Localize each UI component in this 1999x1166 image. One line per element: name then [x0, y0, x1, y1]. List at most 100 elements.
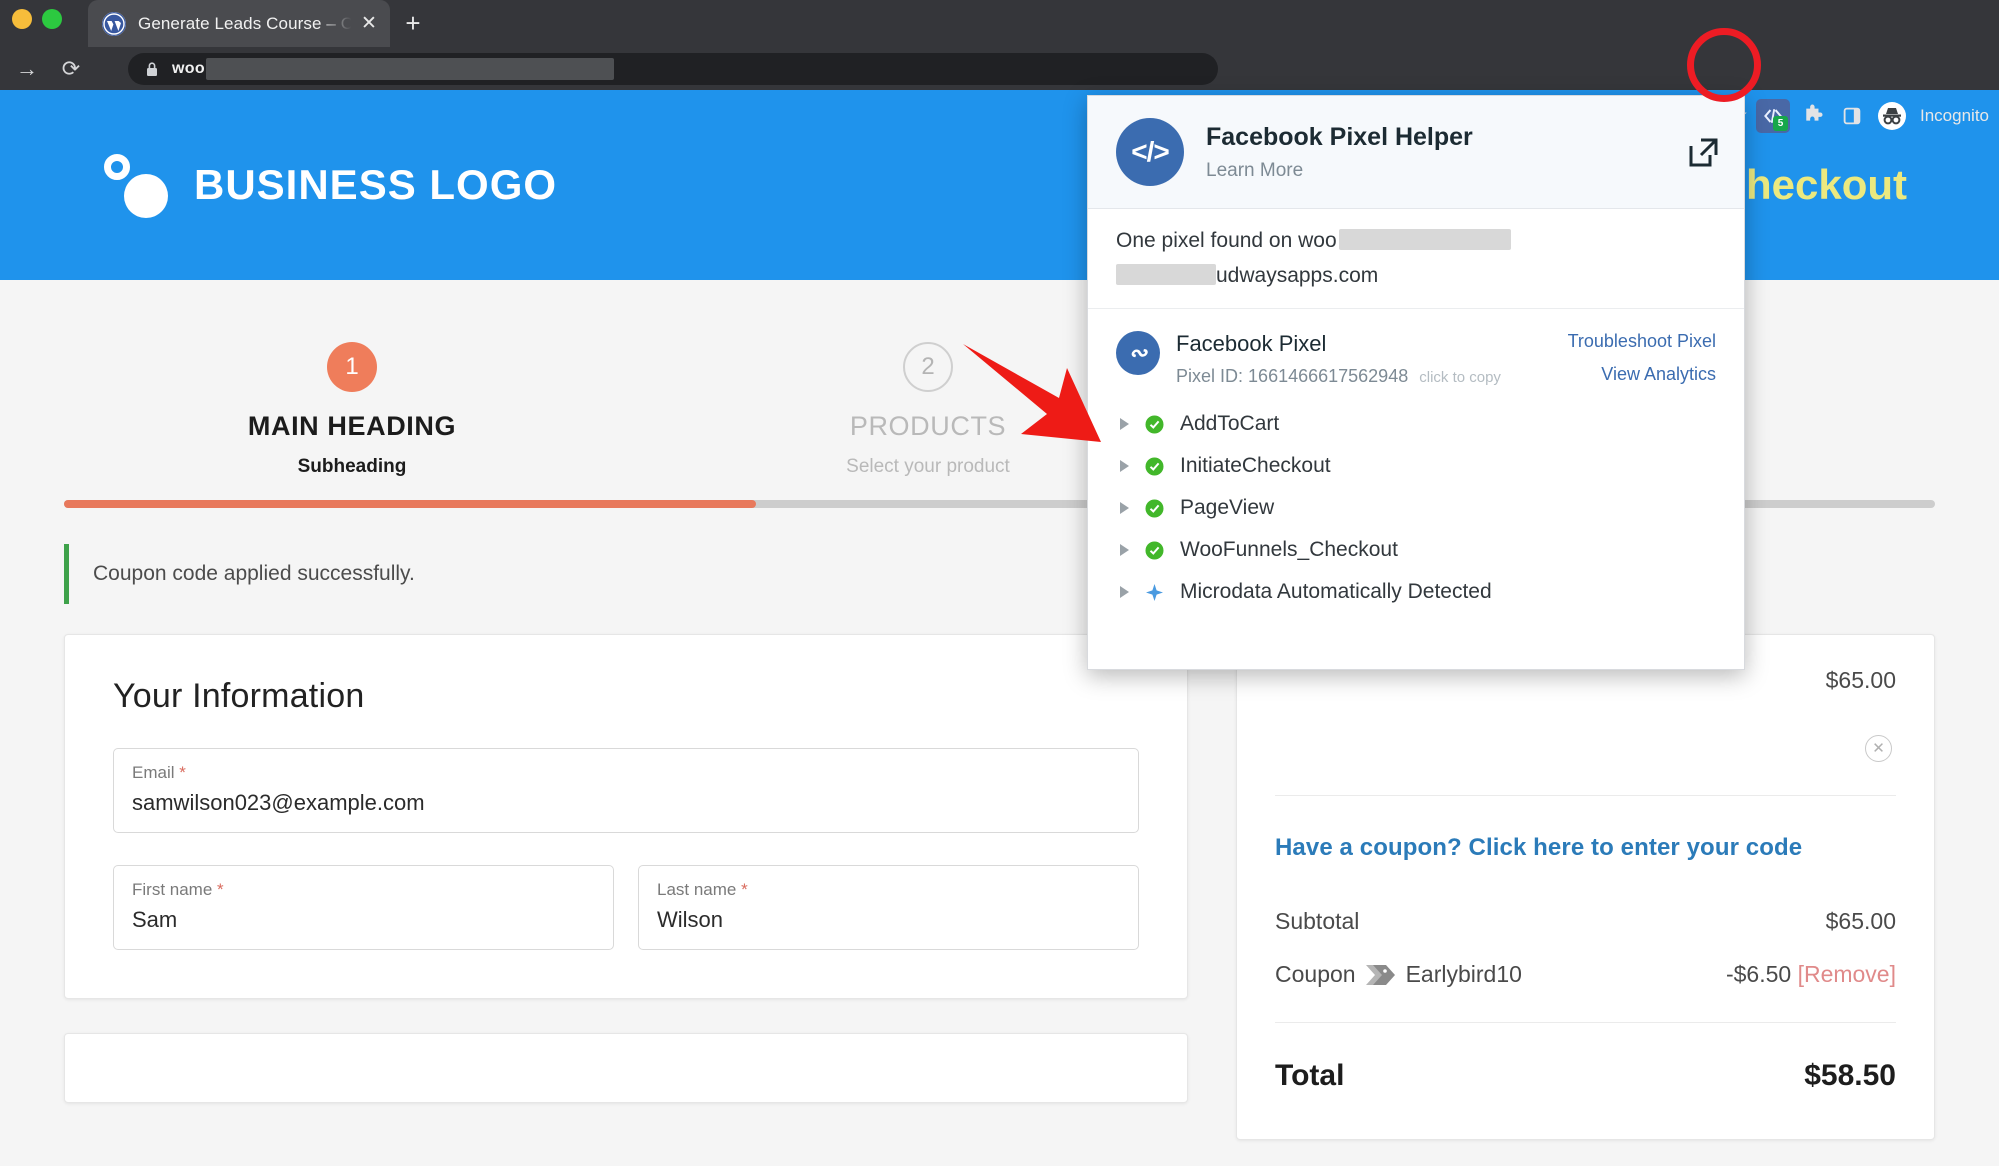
facebook-pixel-helper-popup: </> Facebook Pixel Helper Learn More One… — [1087, 95, 1745, 670]
pixel-summary: ∾ Facebook Pixel Pixel ID: 1661466617562… — [1116, 331, 1716, 387]
expand-caret-icon[interactable] — [1120, 418, 1129, 430]
extensions-puzzle-icon[interactable] — [1794, 98, 1830, 134]
side-panel-icon[interactable] — [1834, 98, 1870, 134]
event-row[interactable]: AddToCart — [1116, 403, 1716, 445]
event-label: Microdata Automatically Detected — [1180, 580, 1492, 603]
order-summary-card: $65.00 ✕ Have a coupon? Click here to en… — [1236, 634, 1935, 1140]
red-arrow-annotation — [955, 330, 1115, 460]
coupon-success-text: Coupon code applied successfully. — [93, 562, 415, 585]
extension-badge-count: 5 — [1773, 115, 1788, 131]
step-1-badge: 1 — [327, 342, 377, 392]
window-minimize-button[interactable] — [12, 9, 32, 29]
browser-tab-strip: Generate Leads Course – Chec ✕ + — [0, 0, 1999, 47]
reload-icon[interactable]: ⟳ — [54, 52, 88, 86]
expand-caret-icon[interactable] — [1120, 460, 1129, 472]
wordpress-icon — [102, 11, 126, 36]
pixel-helper-title: Facebook Pixel Helper — [1206, 122, 1473, 151]
expand-caret-icon[interactable] — [1120, 502, 1129, 514]
meta-pixel-icon: ∾ — [1116, 331, 1160, 375]
view-analytics-link[interactable]: View Analytics — [1568, 364, 1716, 385]
pixel-found-message: One pixel found on woo udwaysapps.com — [1088, 209, 1744, 309]
event-row[interactable]: WooFunnels_Checkout — [1116, 529, 1716, 571]
remove-item-button[interactable]: ✕ — [1865, 735, 1892, 762]
pixel-id-label: Pixel ID: — [1176, 366, 1244, 386]
total-label: Total — [1275, 1059, 1345, 1092]
pixel-found-domain: udwaysapps.com — [1216, 264, 1379, 287]
incognito-label: Incognito — [1920, 105, 1989, 125]
pixel-found-text: One pixel found on woo — [1116, 229, 1337, 252]
event-label: AddToCart — [1180, 412, 1280, 435]
event-label: WooFunnels_Checkout — [1180, 538, 1398, 561]
close-icon[interactable]: ✕ — [358, 13, 380, 35]
address-bar[interactable]: woo — [128, 53, 1218, 85]
step-2-badge: 2 — [903, 342, 953, 392]
pixel-links: Troubleshoot Pixel View Analytics — [1568, 331, 1716, 385]
copy-hint: click to copy — [1419, 369, 1501, 386]
first-name-field-value: Sam — [132, 907, 178, 932]
pixel-name: Facebook Pixel — [1176, 331, 1327, 356]
status-ok-icon — [1145, 541, 1164, 560]
redacted-domain-part-2 — [1116, 264, 1216, 285]
last-name-field[interactable]: Last name * Wilson — [638, 865, 1139, 950]
pixel-helper-logo-icon: </> — [1116, 118, 1184, 186]
pixel-helper-header: </> Facebook Pixel Helper Learn More — [1088, 96, 1744, 209]
last-name-field-value: Wilson — [657, 907, 724, 932]
coupon-code: Earlybird10 — [1405, 961, 1522, 987]
coupon-remove-link[interactable]: [Remove] — [1798, 961, 1896, 987]
required-marker: * — [217, 880, 224, 899]
browser-tab[interactable]: Generate Leads Course – Chec ✕ — [88, 0, 390, 47]
external-link-icon[interactable] — [1686, 135, 1720, 169]
status-ok-icon — [1145, 457, 1164, 476]
checkout-form-column: Your Information Email * samwilson023@ex… — [64, 634, 1188, 1103]
step-1[interactable]: 1 MAIN HEADING Subheading — [64, 342, 640, 478]
required-marker: * — [741, 880, 748, 899]
coupon-amount: -$6.50 — [1725, 961, 1792, 987]
first-name-field-label: First name * — [132, 880, 224, 899]
last-name-field-label: Last name * — [657, 880, 748, 899]
subtotal-label: Subtotal — [1275, 908, 1360, 934]
checkout-columns: Your Information Email * samwilson023@ex… — [64, 634, 1935, 1140]
tag-icon — [1365, 964, 1396, 986]
status-ok-icon — [1145, 415, 1164, 434]
new-tab-button[interactable]: + — [398, 9, 428, 39]
expand-caret-icon[interactable] — [1120, 586, 1129, 598]
coupon-toggle-link[interactable]: Have a coupon? Click here to enter your … — [1275, 834, 1896, 862]
email-field[interactable]: Email * samwilson023@example.com — [113, 748, 1139, 833]
expand-caret-icon[interactable] — [1120, 544, 1129, 556]
status-info-icon — [1145, 583, 1164, 602]
browser-toolbar: → ⟳ woo 5 Incognito — [0, 47, 1999, 133]
order-item-price: $65.00 — [1825, 667, 1896, 693]
event-row[interactable]: InitiateCheckout — [1116, 445, 1716, 487]
progress-bar-fill — [64, 500, 757, 508]
logo-mark-icon — [100, 152, 172, 218]
first-name-field[interactable]: First name * Sam — [113, 865, 614, 950]
coupon-row-left: Coupon Earlybird10 — [1275, 961, 1522, 988]
step-1-title: MAIN HEADING — [247, 411, 457, 441]
pixel-event-list: AddToCart InitiateCheckout PageView WooF… — [1116, 403, 1716, 613]
coupon-row: Coupon Earlybird10 -$6.50 [Remove] — [1275, 961, 1896, 988]
form-title: Your Information — [113, 677, 365, 715]
name-field-row: First name * Sam Last name * Wilson — [113, 833, 1139, 950]
email-field-label: Email * — [132, 763, 186, 782]
incognito-avatar-icon[interactable] — [1874, 98, 1910, 134]
total-value: $58.50 — [1804, 1059, 1896, 1092]
site-logo[interactable]: BUSINESS LOGO — [100, 152, 557, 218]
troubleshoot-pixel-link[interactable]: Troubleshoot Pixel — [1568, 331, 1716, 352]
pixel-id-value: 1661466617562948 — [1248, 366, 1409, 386]
summary-divider — [1275, 795, 1896, 796]
learn-more-link[interactable]: Learn More — [1206, 160, 1686, 182]
screenshot-root: BUSINESS LOGO Checkout 1 MAIN HEADING Su… — [0, 0, 1999, 1166]
subtotal-value: $65.00 — [1825, 908, 1896, 934]
coupon-label: Coupon — [1275, 961, 1356, 987]
window-controls — [12, 9, 62, 29]
facebook-pixel-helper-extension-button[interactable]: 5 — [1756, 98, 1790, 133]
event-row[interactable]: Microdata Automatically Detected — [1116, 571, 1716, 613]
required-marker: * — [179, 763, 186, 782]
status-ok-icon — [1145, 499, 1164, 518]
event-row[interactable]: PageView — [1116, 487, 1716, 529]
redacted-domain-part-1 — [1338, 229, 1511, 250]
window-maximize-button[interactable] — [42, 9, 62, 29]
total-divider — [1275, 1022, 1896, 1023]
forward-icon[interactable]: → — [10, 52, 44, 86]
pixel-id-row[interactable]: Pixel ID: 1661466617562948 click to copy — [1176, 366, 1568, 387]
